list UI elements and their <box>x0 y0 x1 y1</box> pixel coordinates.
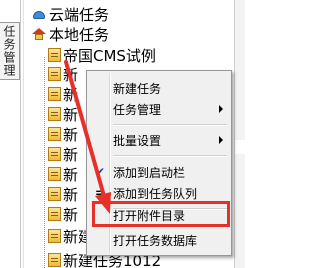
menu-item-label: 添加到启动栏 <box>113 165 186 180</box>
tree-item-task[interactable]: 新 <box>48 64 78 84</box>
tree-item-task[interactable]: 新 <box>48 104 78 124</box>
tree-item-label: 新 <box>63 125 79 144</box>
queue-icon: = <box>94 186 106 200</box>
tree-item-label: 新 <box>63 165 79 184</box>
task-page-icon <box>48 207 61 221</box>
task-page-icon <box>48 167 61 181</box>
tree-item-label: 帝国CMS试例 <box>63 46 156 65</box>
menu-separator <box>113 155 227 157</box>
right-pane-edge <box>234 0 245 268</box>
check-icon: ✔ <box>94 165 106 179</box>
tree-node-cloud-tasks[interactable]: 云端任务 <box>32 4 109 24</box>
side-divider <box>20 0 21 268</box>
task-page-icon <box>48 147 61 161</box>
menu-item-label: 批量设置 <box>113 133 162 148</box>
tree-item-label: 新 <box>63 105 79 124</box>
tree-item-task[interactable]: 新 <box>48 144 78 164</box>
tree-item-label: 新 <box>63 65 79 84</box>
cloud-icon <box>32 8 46 21</box>
task-page-icon <box>48 48 61 62</box>
tree-node-cloud-tasks-label: 云端任务 <box>49 5 110 24</box>
tree-item-task[interactable]: 新 <box>48 164 78 184</box>
right-pane-gap <box>235 140 245 154</box>
highlight-box <box>92 201 230 227</box>
submenu-arrow-icon <box>219 136 223 144</box>
tree-node-local-tasks[interactable]: 本地任务 <box>32 24 109 44</box>
task-page-icon <box>48 127 61 141</box>
tab-task-management[interactable]: 任务管理 <box>0 22 20 80</box>
tree-item-label: 新 <box>63 145 79 164</box>
tree-node-local-tasks-label: 本地任务 <box>49 25 110 44</box>
menu-item-task-management[interactable]: 任务管理 <box>89 98 229 120</box>
tree-item-task[interactable]: 新 <box>48 124 78 144</box>
task-page-icon <box>48 107 61 121</box>
tree-item-task[interactable]: 新 <box>48 184 78 204</box>
task-page-icon <box>48 253 61 267</box>
menu-item-batch-settings[interactable]: 批量设置 <box>89 129 229 151</box>
menu-item-new-task[interactable]: 新建任务 <box>89 77 229 99</box>
context-menu: 新建任务 任务管理 批量设置 ✔ 添加到启动栏 = 添加到任务队列 打开附件目录… <box>86 70 232 256</box>
menu-item-add-to-startup-bar[interactable]: ✔ 添加到启动栏 <box>89 161 229 183</box>
tree-guide-line <box>44 57 46 268</box>
task-page-icon <box>48 187 61 201</box>
tree-item-label: 新 <box>63 85 79 104</box>
task-manager-window: 任务管理 云端任务 本地任务 帝国CMS试例 新 新 新 新 新 新 新 新 新… <box>0 0 245 268</box>
submenu-arrow-icon <box>219 105 223 113</box>
home-icon <box>32 27 46 41</box>
task-page-icon <box>48 87 61 101</box>
tree-item-task[interactable]: 帝国CMS试例 <box>48 45 156 65</box>
tree-item-task[interactable]: 新 <box>48 204 78 224</box>
tree-item-label: 新 <box>63 185 79 204</box>
task-page-icon <box>48 229 61 243</box>
task-page-icon <box>48 67 61 81</box>
menu-item-label: 新建任务 <box>113 81 162 96</box>
menu-item-label: 添加到任务队列 <box>113 186 198 201</box>
menu-separator <box>113 124 227 126</box>
menu-item-label: 打开任务数据库 <box>113 233 198 248</box>
tree-item-label: 新 <box>63 205 79 224</box>
menu-item-open-task-database[interactable]: 打开任务数据库 <box>89 229 229 251</box>
tab-task-management-label: 任务管理 <box>2 25 16 77</box>
menu-item-label: 任务管理 <box>113 102 162 117</box>
tree-item-task[interactable]: 新 <box>48 84 78 104</box>
